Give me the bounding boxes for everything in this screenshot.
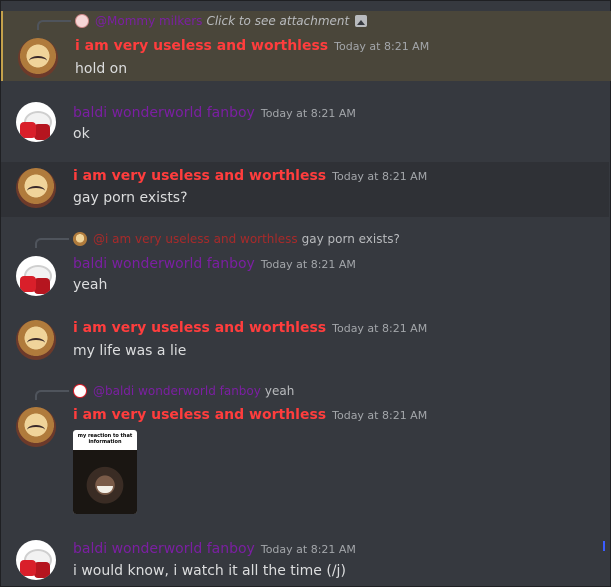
avatar[interactable] bbox=[18, 38, 58, 78]
message-text: i would know, i watch it all the time (/… bbox=[73, 563, 346, 579]
reply-preview[interactable]: @Mommy milkers Click to see attachment bbox=[75, 14, 368, 28]
timestamp: Today at 8:21 AM bbox=[332, 409, 428, 422]
reply-avatar bbox=[75, 14, 89, 28]
reply-author[interactable]: @i am very useless and worthless bbox=[93, 232, 298, 246]
attachment-photo bbox=[73, 450, 137, 514]
message-3[interactable]: i am very useless and worthless Today at … bbox=[1, 162, 609, 217]
timestamp: Today at 8:21 AM bbox=[260, 543, 356, 556]
message-text: ok bbox=[73, 126, 90, 142]
reply-preview[interactable]: @i am very useless and worthless gay por… bbox=[73, 232, 400, 246]
message-1[interactable]: @Mommy milkers Click to see attachment i… bbox=[1, 11, 611, 81]
timestamp: Today at 8:21 AM bbox=[334, 40, 430, 53]
timestamp: Today at 8:21 AM bbox=[332, 322, 428, 335]
message-author[interactable]: i am very useless and worthless Today at … bbox=[75, 38, 429, 54]
avatar[interactable] bbox=[16, 168, 56, 208]
message-4[interactable]: @i am very useless and worthless gay por… bbox=[1, 228, 609, 303]
message-text: hold on bbox=[75, 61, 128, 77]
reply-avatar bbox=[73, 232, 87, 246]
message-author[interactable]: i am very useless and worthless Today at … bbox=[73, 407, 427, 423]
message-text: my life was a lie bbox=[73, 343, 187, 359]
image-icon bbox=[355, 15, 368, 27]
reply-author[interactable]: @baldi wonderworld fanboy bbox=[93, 384, 261, 398]
avatar[interactable] bbox=[16, 102, 56, 142]
message-text: gay porn exists? bbox=[73, 190, 188, 206]
timestamp: Today at 8:21 AM bbox=[260, 258, 356, 271]
avatar[interactable] bbox=[16, 256, 56, 296]
message-author[interactable]: baldi wonderworld fanboy Today at 8:21 AM bbox=[73, 541, 356, 557]
message-6[interactable]: @baldi wonderworld fanboy yeah i am very… bbox=[1, 380, 609, 520]
image-attachment[interactable]: my reaction to that information bbox=[73, 430, 137, 514]
reply-avatar bbox=[73, 384, 87, 398]
reply-text[interactable]: gay porn exists? bbox=[302, 232, 400, 246]
avatar[interactable] bbox=[16, 540, 56, 580]
avatar[interactable] bbox=[16, 320, 56, 360]
reply-text[interactable]: yeah bbox=[265, 384, 294, 398]
message-text: yeah bbox=[73, 277, 108, 293]
reply-preview[interactable]: @baldi wonderworld fanboy yeah bbox=[73, 384, 294, 398]
message-5[interactable]: i am very useless and worthless Today at … bbox=[1, 314, 609, 374]
message-7[interactable]: baldi wonderworld fanboy Today at 8:21 AM… bbox=[1, 532, 609, 587]
message-author[interactable]: i am very useless and worthless Today at … bbox=[73, 168, 427, 184]
timestamp: Today at 8:21 AM bbox=[260, 107, 356, 120]
message-author[interactable]: baldi wonderworld fanboy Today at 8:21 AM bbox=[73, 105, 356, 121]
reply-author[interactable]: @Mommy milkers bbox=[95, 14, 202, 28]
scroll-indicator bbox=[603, 541, 605, 551]
attachment-caption: my reaction to that information bbox=[77, 433, 133, 445]
message-author[interactable]: i am very useless and worthless Today at … bbox=[73, 320, 427, 336]
avatar[interactable] bbox=[16, 407, 56, 447]
message-2[interactable]: baldi wonderworld fanboy Today at 8:21 AM… bbox=[1, 96, 609, 156]
reply-text[interactable]: Click to see attachment bbox=[206, 14, 349, 28]
message-author[interactable]: baldi wonderworld fanboy Today at 8:21 AM bbox=[73, 256, 356, 272]
timestamp: Today at 8:21 AM bbox=[332, 170, 428, 183]
